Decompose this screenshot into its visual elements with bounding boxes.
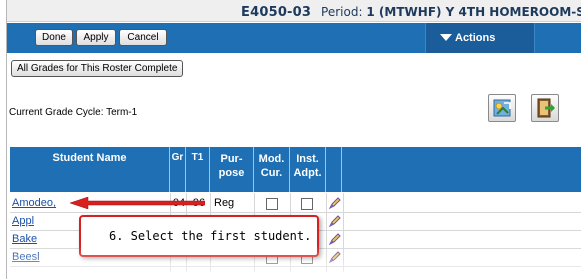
student-name-link[interactable]: Appl [12,215,34,227]
col-edit [326,147,342,192]
done-button[interactable]: Done [35,29,73,46]
exit-icon [537,98,555,118]
exit-button[interactable] [531,94,559,122]
purpose-value: Reg [214,197,235,209]
callout-text: 6. Select the first student. [109,229,312,243]
triangle-down-icon [440,34,452,41]
col-inst-adpt[interactable]: Inst. Adpt. [290,147,326,192]
section-code: E4050-03 [241,5,312,20]
export-button[interactable] [488,94,516,122]
inst-adpt-checkbox[interactable] [301,198,313,210]
col-inst-line2: Adpt. [293,167,322,179]
edit-pencil-icon[interactable] [328,214,342,228]
actions-menu[interactable]: Actions [425,23,535,53]
col-mod-line1: Mod. [258,153,285,165]
col-student-name[interactable]: Student Name [10,147,170,192]
export-icon [493,99,511,117]
col-grade[interactable]: Gr [170,147,186,192]
all-grades-complete-button[interactable]: All Grades for This Roster Complete [11,60,184,77]
col-purpose[interactable]: Pur- pose [210,147,254,192]
col-inst-line1: Inst. [296,153,319,165]
app-frame: E4050-03 Period: 1 (MTWHF) Y 4TH HOMEROO… [6,0,581,279]
student-name-link[interactable]: Bake [12,233,37,245]
col-purpose-line1: Pur- [220,153,243,165]
toolbar: Done Apply Cancel Actions [7,23,581,53]
grade-cycle-label: Current Grade Cycle: Term-1 [9,107,138,118]
edit-pencil-icon[interactable] [328,232,342,246]
grid-header: Student Name Gr T1 Pur- pose Mod. Cur. I… [10,147,581,192]
actions-label: Actions [455,32,496,44]
cancel-button[interactable]: Cancel [119,29,167,46]
mod-cur-checkbox[interactable] [266,198,278,210]
title-bar: E4050-03 Period: 1 (MTWHF) Y 4TH HOMEROO… [7,0,581,22]
col-t1[interactable]: T1 [186,147,210,192]
col-mod-cur[interactable]: Mod. Cur. [254,147,290,192]
arrow-left-icon [70,197,205,209]
col-mod-line2: Cur. [260,167,283,179]
edit-pencil-icon[interactable] [328,250,342,264]
period-value: 1 (MTWHF) Y 4TH HOMEROOM-S [366,5,581,19]
apply-button[interactable]: Apply [76,29,116,46]
col-purpose-line2: pose [218,167,245,179]
tutorial-callout: 6. Select the first student. [79,215,319,257]
edit-pencil-icon[interactable] [328,196,342,210]
student-name-link[interactable]: Beesl [12,251,40,263]
student-name-link[interactable]: Amodeo, [12,197,56,209]
period-label: Period: [321,5,363,19]
roster-title: E4050-03 Period: 1 (MTWHF) Y 4TH HOMEROO… [241,3,581,20]
